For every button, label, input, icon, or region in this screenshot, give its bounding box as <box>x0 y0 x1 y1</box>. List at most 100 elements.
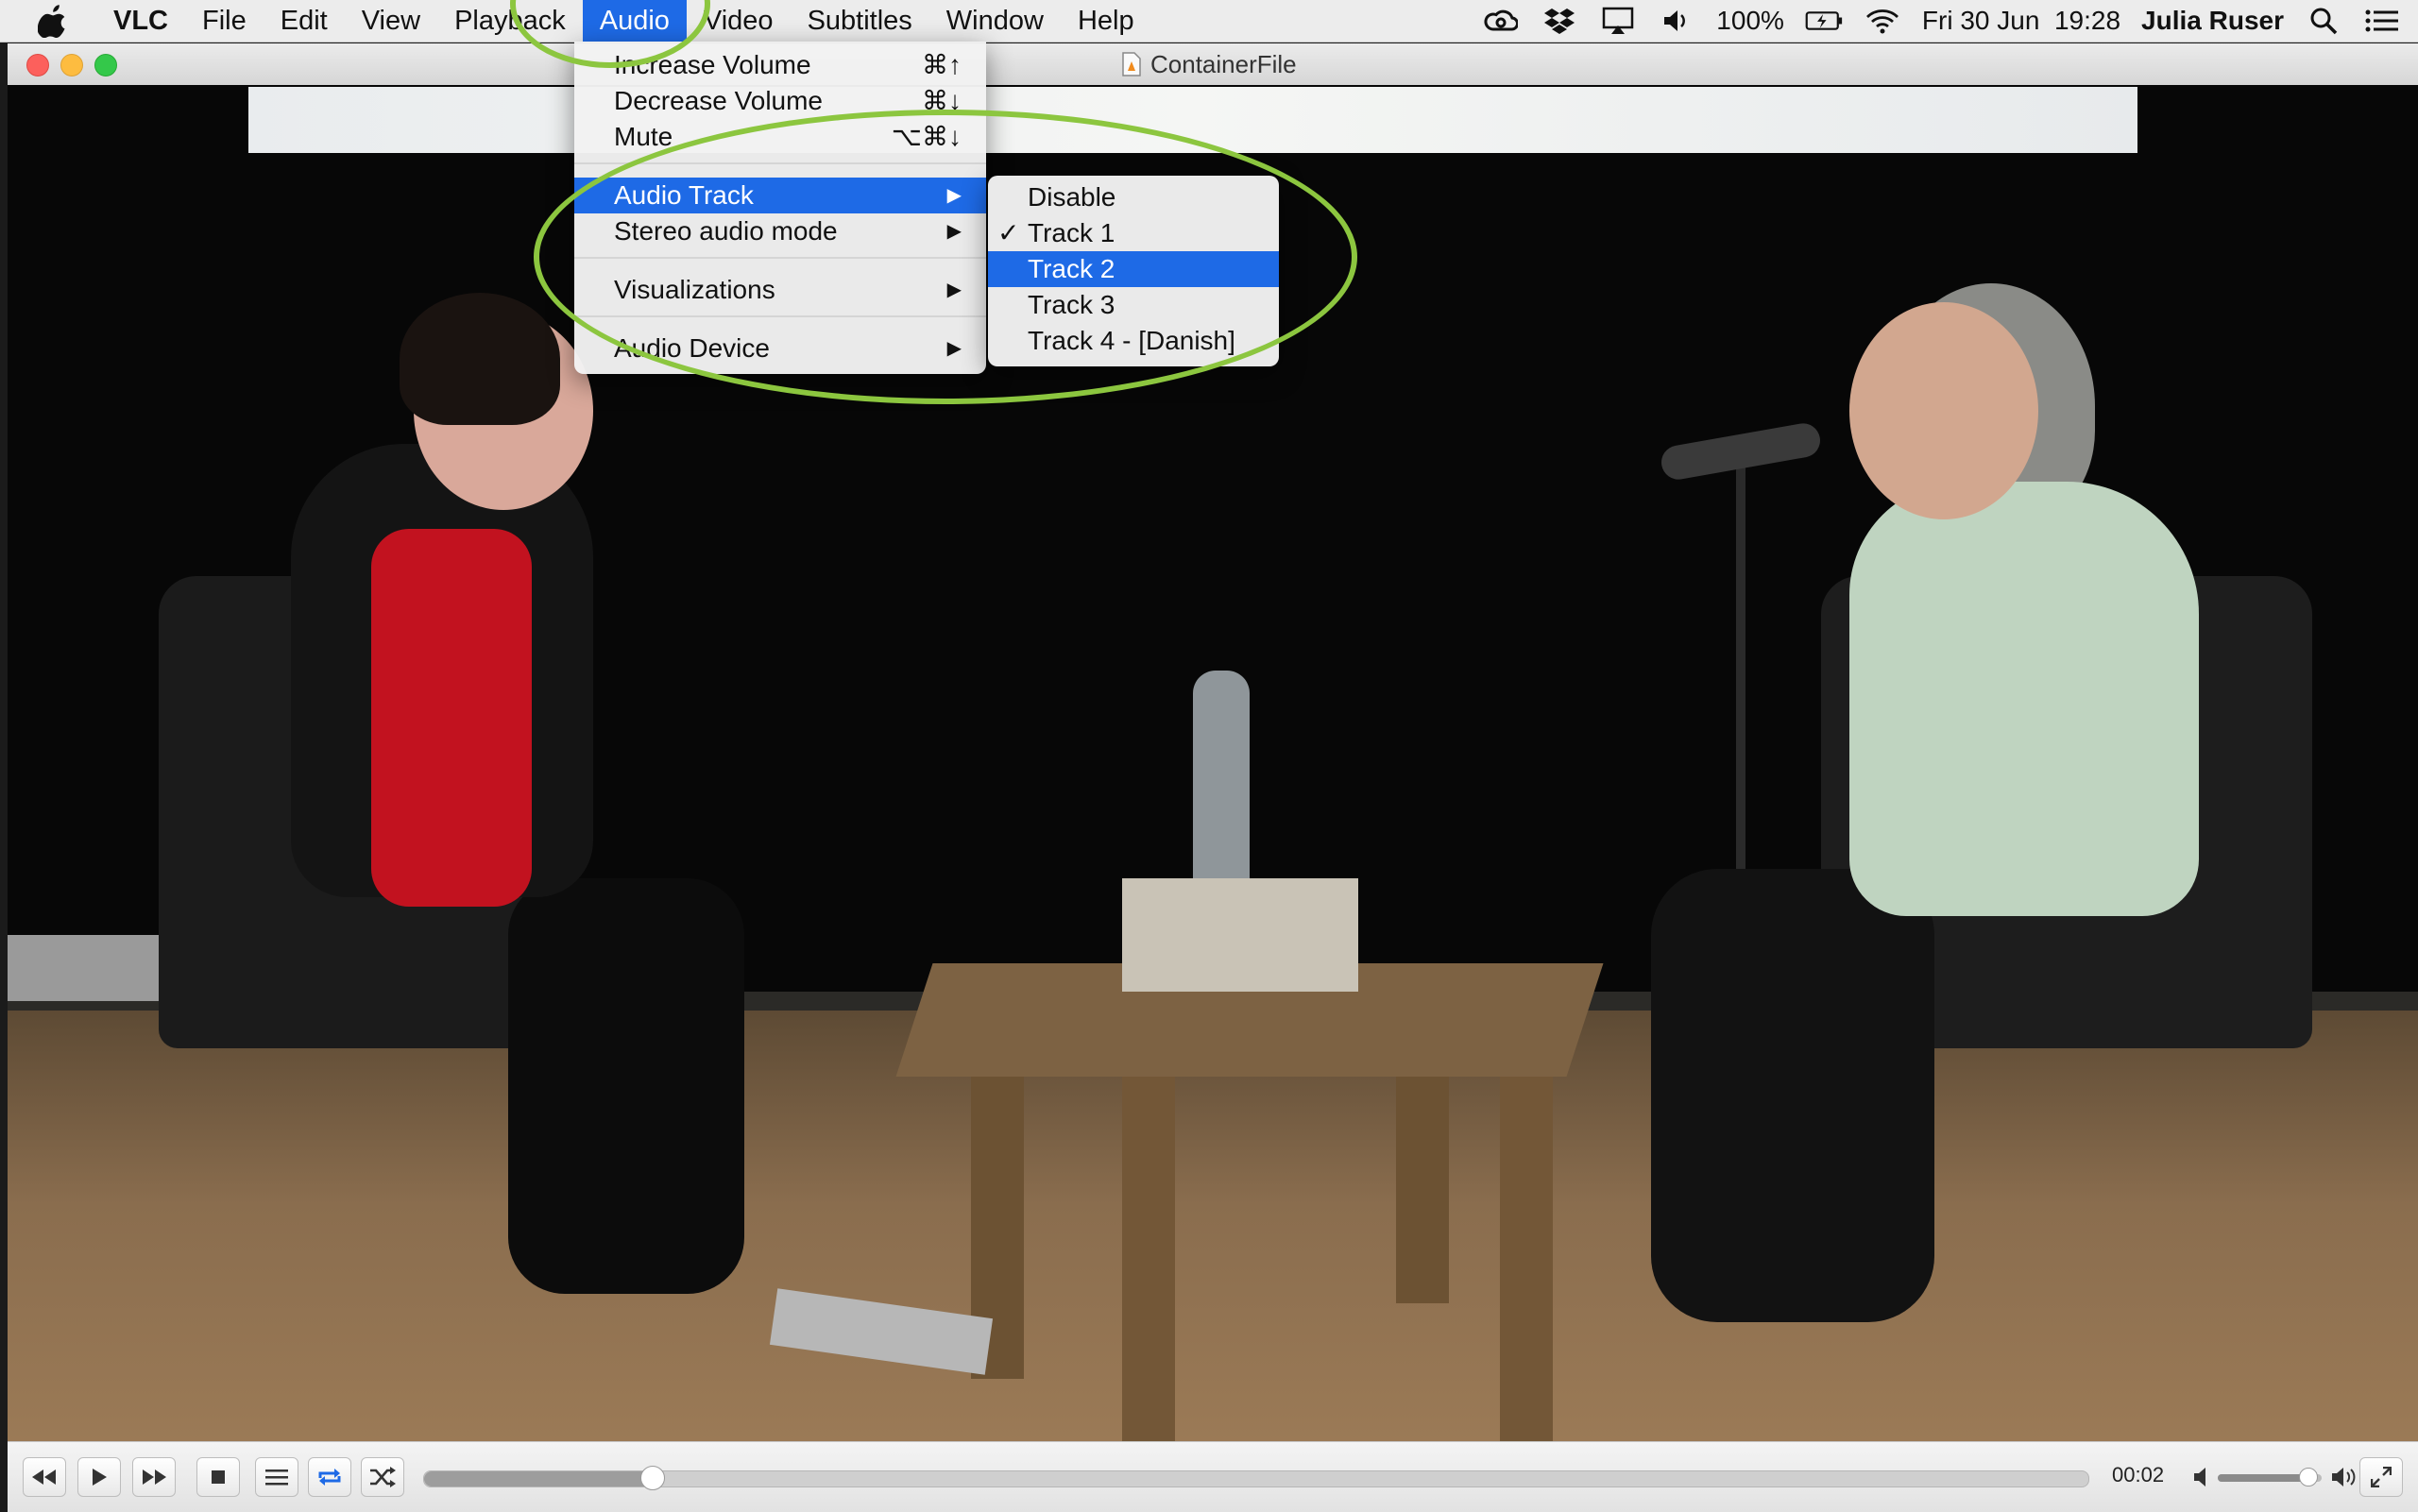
menu-help[interactable]: Help <box>1061 0 1151 42</box>
window-title: ContainerFile <box>1122 43 1297 85</box>
track-2-label: Track 2 <box>1028 254 1115 283</box>
battery-icon[interactable] <box>1805 6 1843 36</box>
menu-edit[interactable]: Edit <box>264 0 345 42</box>
menu-vlc[interactable]: VLC <box>96 0 185 42</box>
audio-track-label: Audio Track <box>614 180 754 210</box>
track-2-item[interactable]: Track 2 <box>988 251 1279 287</box>
loop-button[interactable] <box>308 1457 351 1497</box>
menu-video[interactable]: Video <box>687 0 791 42</box>
volume-slider[interactable] <box>2218 1468 2322 1487</box>
stop-button[interactable] <box>196 1457 240 1497</box>
table-leg <box>1122 1067 1175 1441</box>
menu-bar: VLC File Edit View Playback Audio Video … <box>0 0 2418 42</box>
track-disable-item[interactable]: Disable <box>988 179 1279 215</box>
shuffle-button[interactable] <box>361 1457 404 1497</box>
play-button[interactable] <box>77 1457 121 1497</box>
mute-item[interactable]: Mute ⌥⌘↓ <box>574 119 986 155</box>
wifi-icon[interactable] <box>1864 6 1901 36</box>
notification-center-icon[interactable] <box>2363 6 2401 36</box>
volume-icon[interactable] <box>1658 6 1695 36</box>
airplay-icon[interactable] <box>1599 6 1637 36</box>
increase-volume-item[interactable]: Increase Volume ⌘↑ <box>574 47 986 83</box>
stereo-audio-mode-label: Stereo audio mode <box>614 216 838 246</box>
menu-window[interactable]: Window <box>929 0 1061 42</box>
left-speaker-hair <box>400 293 560 425</box>
track-1-item[interactable]: ✓ Track 1 <box>988 215 1279 251</box>
increase-volume-shortcut: ⌘↑ <box>922 50 962 79</box>
play-icon <box>93 1469 107 1486</box>
fullscreen-icon <box>2371 1467 2392 1487</box>
dropbox-icon[interactable] <box>1541 6 1578 36</box>
loop-icon <box>318 1469 341 1486</box>
clock[interactable]: Fri 30 Jun 19:28 <box>1922 6 2120 36</box>
volume-handle[interactable] <box>2298 1468 2318 1487</box>
zoom-window-button[interactable] <box>94 54 117 76</box>
submenu-arrow-icon: ▶ <box>946 280 962 300</box>
audio-menu: Increase Volume ⌘↑ Decrease Volume ⌘↓ Mu… <box>574 42 986 374</box>
decrease-volume-item[interactable]: Decrease Volume ⌘↓ <box>574 83 986 119</box>
mute-shortcut: ⌥⌘↓ <box>891 122 962 151</box>
book-stack <box>1122 878 1358 992</box>
projection-screen <box>248 87 2137 153</box>
track-3-label: Track 3 <box>1028 290 1115 319</box>
left-speaker-dress <box>371 529 532 907</box>
audio-track-submenu: Disable ✓ Track 1 Track 2 Track 3 Track … <box>988 176 1279 366</box>
right-speaker-body <box>1849 482 2199 916</box>
visualizations-item[interactable]: Visualizations ▶ <box>574 272 986 308</box>
close-window-button[interactable] <box>26 54 49 76</box>
menu-subtitles[interactable]: Subtitles <box>791 0 929 42</box>
playback-controls: 00:02 <box>8 1441 2418 1512</box>
playlist-button[interactable] <box>255 1457 298 1497</box>
left-speaker-legs <box>508 878 744 1294</box>
track-4-item[interactable]: Track 4 - [Danish] <box>988 323 1279 359</box>
stereo-audio-mode-item[interactable]: Stereo audio mode ▶ <box>574 213 986 249</box>
audio-device-item[interactable]: Audio Device ▶ <box>574 331 986 366</box>
apple-icon[interactable] <box>38 4 70 38</box>
track-3-item[interactable]: Track 3 <box>988 287 1279 323</box>
stop-icon <box>212 1470 225 1484</box>
volume-high-icon[interactable] <box>2331 1467 2358 1487</box>
volume-level <box>2218 1474 2307 1482</box>
creative-cloud-icon[interactable] <box>1482 6 1520 36</box>
playlist-icon <box>265 1470 288 1486</box>
track-1-label: Track 1 <box>1028 218 1115 247</box>
menu-audio[interactable]: Audio <box>582 0 687 42</box>
table-leg <box>1500 1067 1553 1441</box>
menu-separator <box>574 257 986 259</box>
spotlight-search-icon[interactable] <box>2305 6 2342 36</box>
menu-view[interactable]: View <box>345 0 437 42</box>
table-leg <box>1396 1077 1449 1303</box>
right-speaker-legs <box>1651 869 1934 1322</box>
seek-bar-handle[interactable] <box>640 1466 666 1490</box>
fast-forward-button[interactable] <box>132 1457 176 1497</box>
seek-bar-progress <box>424 1471 653 1487</box>
fast-forward-icon <box>143 1470 166 1485</box>
status-area: 100% Fri 30 Jun 19:28 Julia Ruser <box>1482 0 2401 42</box>
menu-separator <box>574 315 986 317</box>
decrease-volume-label: Decrease Volume <box>614 86 824 115</box>
document-icon <box>1122 52 1141 76</box>
volume-low-icon[interactable] <box>2193 1467 2212 1487</box>
audio-track-item[interactable]: Audio Track ▶ <box>574 178 986 213</box>
submenu-arrow-icon: ▶ <box>946 338 962 359</box>
seek-bar[interactable] <box>423 1466 2089 1490</box>
window-title-bar[interactable]: ContainerFile <box>8 43 2418 86</box>
menu-file[interactable]: File <box>185 0 264 42</box>
track-4-label: Track 4 - [Danish] <box>1028 326 1235 355</box>
shuffle-icon <box>370 1467 396 1487</box>
rewind-icon <box>32 1470 56 1485</box>
rewind-button[interactable] <box>23 1457 66 1497</box>
mute-label: Mute <box>614 122 673 151</box>
elapsed-time[interactable]: 00:02 <box>2112 1463 2164 1487</box>
menu-separator <box>574 162 986 164</box>
submenu-arrow-icon: ▶ <box>946 221 962 242</box>
decrease-volume-shortcut: ⌘↓ <box>922 86 962 115</box>
menu-playback[interactable]: Playback <box>437 0 583 42</box>
increase-volume-label: Increase Volume <box>614 50 811 79</box>
fullscreen-button[interactable] <box>2359 1457 2403 1497</box>
submenu-arrow-icon: ▶ <box>946 185 962 206</box>
battery-percent: 100% <box>1716 6 1784 35</box>
minimize-window-button[interactable] <box>60 54 83 76</box>
audio-device-label: Audio Device <box>614 333 770 363</box>
user-name[interactable]: Julia Ruser <box>2141 6 2284 36</box>
